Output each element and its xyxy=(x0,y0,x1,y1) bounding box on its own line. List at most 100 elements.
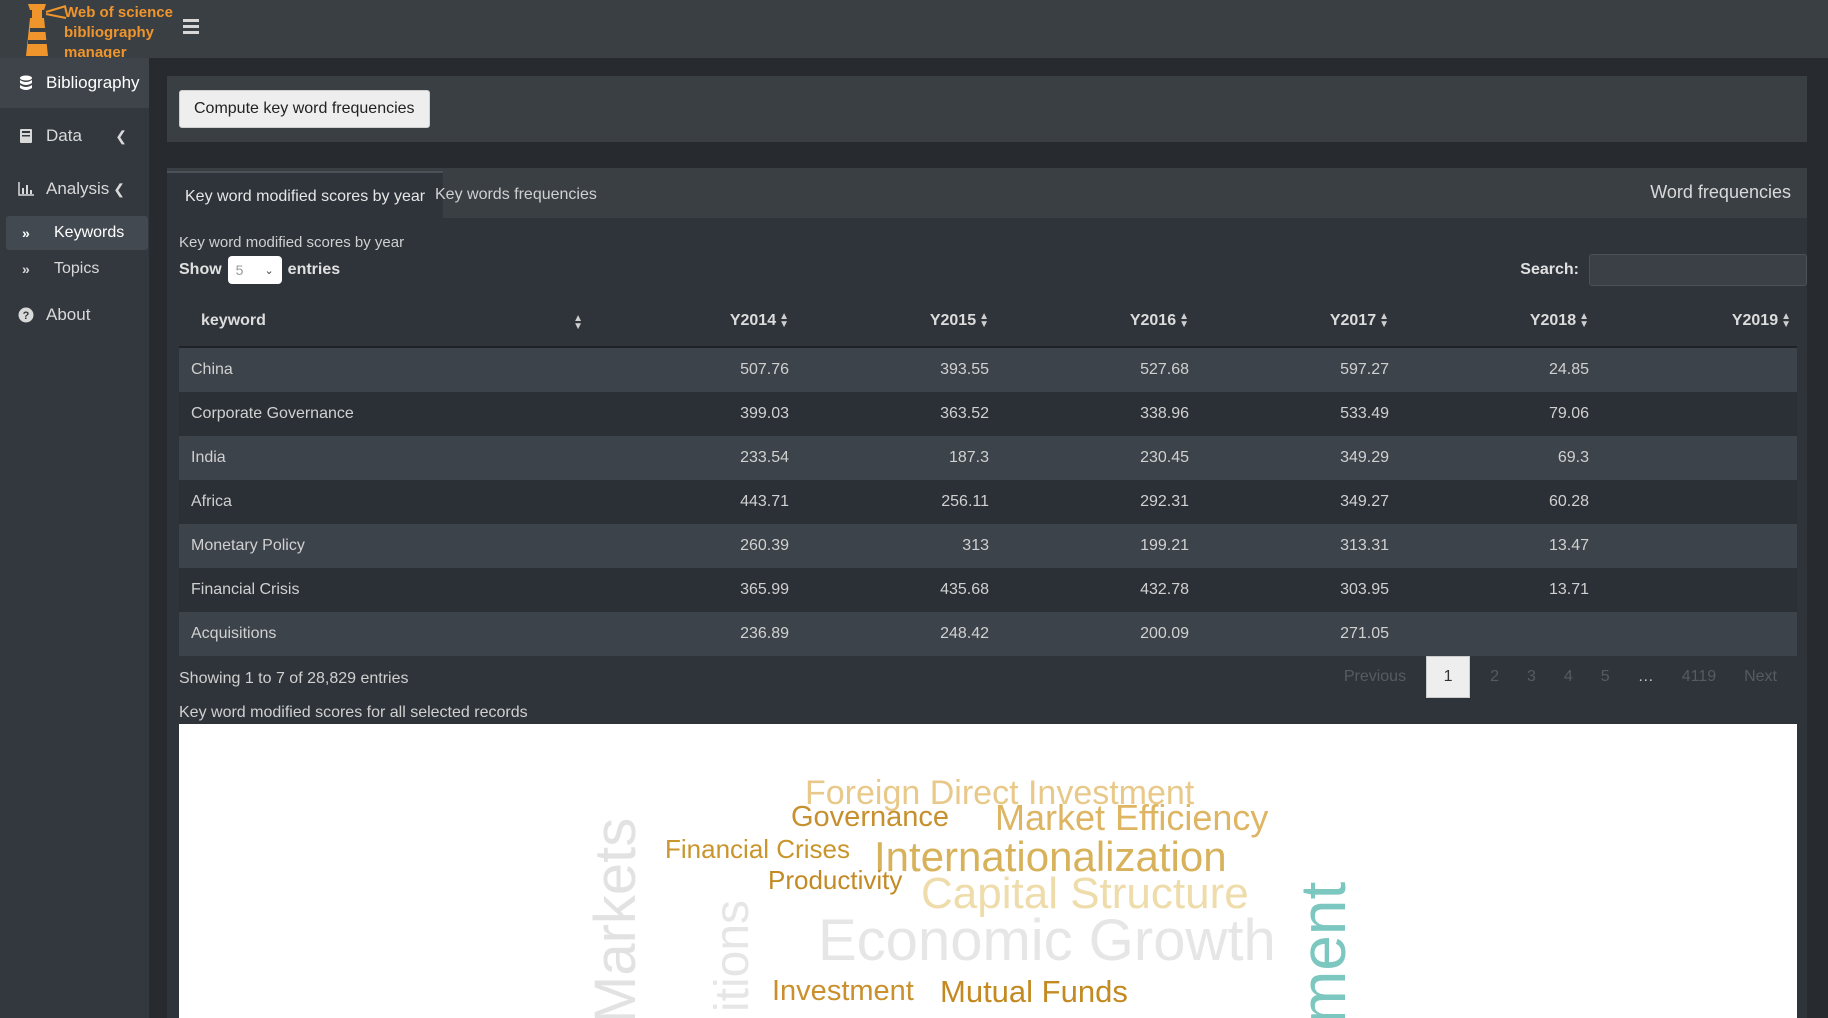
tabbox-title: Word frequencies xyxy=(1650,182,1791,202)
chevron-down-icon: ⌄ xyxy=(264,264,274,277)
cell-value: 313 xyxy=(795,524,995,568)
sidebar-item-label: Data xyxy=(46,126,82,145)
tab-bar: Key word modified scores by year Key wor… xyxy=(167,168,1807,220)
sort-icon: ▲ ▼ xyxy=(979,310,989,330)
table-caption: Key word modified scores by year xyxy=(179,234,405,251)
cell-value xyxy=(1595,392,1797,436)
pagination-next[interactable]: Next xyxy=(1744,668,1777,686)
show-label: Show xyxy=(179,261,222,278)
app-logo[interactable]: Web of science bibliography manager xyxy=(0,0,173,61)
cell-value xyxy=(1595,612,1797,656)
table-info: Showing 1 to 7 of 28,829 entries xyxy=(179,670,409,687)
column-header-y2014[interactable]: Y2014 ▲ ▼ xyxy=(595,296,795,348)
cell-value: 200.09 xyxy=(995,612,1195,656)
sidebar-item-data[interactable]: Data ❮ xyxy=(0,111,149,161)
wordcloud-word: Investment xyxy=(772,975,914,1007)
pagination-page[interactable]: 5 xyxy=(1601,668,1610,686)
cell-keyword: Monetary Policy xyxy=(179,524,595,568)
cell-keyword: Corporate Governance xyxy=(179,392,595,436)
chevron-left-icon: ❮ xyxy=(113,180,125,197)
cell-value: 349.27 xyxy=(1195,480,1395,524)
cell-value: 435.68 xyxy=(795,568,995,612)
sidebar-item-bibliography[interactable]: Bibliography xyxy=(0,58,149,108)
sidebar-subitem-keywords[interactable]: » Keywords xyxy=(6,216,148,250)
pagination-previous[interactable]: Previous xyxy=(1344,668,1406,686)
entries-value: 5 xyxy=(235,262,244,278)
pagination-ellipsis: … xyxy=(1637,668,1654,685)
sort-icon: ▲ ▼ xyxy=(1179,310,1189,330)
pagination-page-current[interactable]: 1 xyxy=(1426,656,1471,698)
angle-double-right-icon: » xyxy=(22,261,30,277)
sidebar-item-analysis[interactable]: Analysis ❮ xyxy=(0,164,149,214)
svg-text:?: ? xyxy=(23,310,30,322)
cell-value: 199.21 xyxy=(995,524,1195,568)
app-title: Web of science bibliography manager xyxy=(64,4,173,61)
column-header-y2017[interactable]: Y2017 ▲ ▼ xyxy=(1195,296,1395,348)
wordcloud-word: ment xyxy=(1287,881,1359,1018)
column-header-y2019[interactable]: Y2019 ▲ ▼ xyxy=(1595,296,1797,348)
cell-value: 271.05 xyxy=(1195,612,1395,656)
table-header-row: keyword ▲ ▼ Y2014 ▲ ▼ Y2015 ▲ ▼ Y2016 ▲ ▼ Y2017 ▲… xyxy=(179,296,1797,348)
table-row[interactable]: Financial Crisis 365.99 435.68 432.78 30… xyxy=(179,568,1797,612)
entries-label: entries xyxy=(287,261,341,278)
cell-value xyxy=(1395,612,1595,656)
cell-value: 432.78 xyxy=(995,568,1195,612)
wordcloud-word: Economic Growth xyxy=(818,908,1276,973)
tab-keyword-frequencies[interactable]: Key words frequencies xyxy=(417,171,615,218)
sidebar-subitem-label: Keywords xyxy=(54,224,125,241)
pagination-page[interactable]: 2 xyxy=(1490,668,1499,686)
wordcloud-word: Mutual Funds xyxy=(940,974,1128,1009)
wordcloud-word: Productivity xyxy=(768,865,903,895)
wordcloud-word: Financial Crises xyxy=(665,834,850,864)
cell-keyword: Financial Crisis xyxy=(179,568,595,612)
pagination-page[interactable]: 4 xyxy=(1564,668,1573,686)
sidebar-item-about[interactable]: ? About xyxy=(0,290,149,340)
sidebar: Bibliography Data ❮ Analysis ❮ » Keyword… xyxy=(0,58,149,1018)
pagination-page[interactable]: 3 xyxy=(1527,668,1536,686)
cell-value: 338.96 xyxy=(995,392,1195,436)
cell-value xyxy=(1595,568,1797,612)
column-header-y2018[interactable]: Y2018 ▲ ▼ xyxy=(1395,296,1595,348)
wordcloud-word: Market Efficiency xyxy=(995,797,1269,838)
table-row[interactable]: Monetary Policy 260.39 313 199.21 313.31… xyxy=(179,524,1797,568)
table-row[interactable]: India 233.54 187.3 230.45 349.29 69.3 xyxy=(179,436,1797,480)
lighthouse-icon xyxy=(26,4,67,56)
column-header-y2016[interactable]: Y2016 ▲ ▼ xyxy=(995,296,1195,348)
angle-double-right-icon: » xyxy=(22,225,30,241)
word-frequencies-tabbox: Key word modified scores by year Key wor… xyxy=(167,168,1807,1018)
database-icon xyxy=(16,75,36,91)
cell-value: 248.42 xyxy=(795,612,995,656)
sidebar-toggle-icon[interactable] xyxy=(183,19,201,37)
cell-value xyxy=(1595,480,1797,524)
sidebar-item-label: Bibliography xyxy=(46,73,140,92)
table-row[interactable]: China 507.76 393.55 527.68 597.27 24.85 xyxy=(179,347,1797,392)
wordcloud-word: itions xyxy=(706,899,759,1012)
cell-value: 79.06 xyxy=(1395,392,1595,436)
cell-value: 233.54 xyxy=(595,436,795,480)
cell-value: 399.03 xyxy=(595,392,795,436)
tab-modified-scores-by-year[interactable]: Key word modified scores by year xyxy=(167,171,444,220)
table-row[interactable]: Africa 443.71 256.11 292.31 349.27 60.28 xyxy=(179,480,1797,524)
cell-value: 260.39 xyxy=(595,524,795,568)
table-row[interactable]: Corporate Governance 399.03 363.52 338.9… xyxy=(179,392,1797,436)
cell-value: 533.49 xyxy=(1195,392,1395,436)
cell-value: 443.71 xyxy=(595,480,795,524)
wordcloud-word: Governance xyxy=(791,801,949,833)
cell-value: 256.11 xyxy=(795,480,995,524)
entries-select[interactable]: 5 ⌄ xyxy=(227,256,282,284)
column-header-keyword[interactable]: keyword ▲ ▼ xyxy=(179,296,595,348)
wordcloud: Foreign Direct Investment Governance Mar… xyxy=(179,724,1797,1018)
sidebar-subitem-label: Topics xyxy=(54,260,100,277)
cell-keyword: Africa xyxy=(179,480,595,524)
search-input[interactable] xyxy=(1589,254,1807,286)
sort-icon: ▲ ▼ xyxy=(1781,310,1791,330)
cell-value: 13.71 xyxy=(1395,568,1595,612)
sidebar-subitem-topics[interactable]: » Topics xyxy=(6,252,148,286)
column-header-y2015[interactable]: Y2015 ▲ ▼ xyxy=(795,296,995,348)
table-row[interactable]: Acquisitions 236.89 248.42 200.09 271.05 xyxy=(179,612,1797,656)
compute-keyword-frequencies-button[interactable]: Compute key word frequencies xyxy=(179,90,430,128)
pagination-page[interactable]: 4119 xyxy=(1682,668,1716,686)
cell-value: 597.27 xyxy=(1195,347,1395,392)
cell-value: 349.29 xyxy=(1195,436,1395,480)
cell-keyword: China xyxy=(179,347,595,392)
